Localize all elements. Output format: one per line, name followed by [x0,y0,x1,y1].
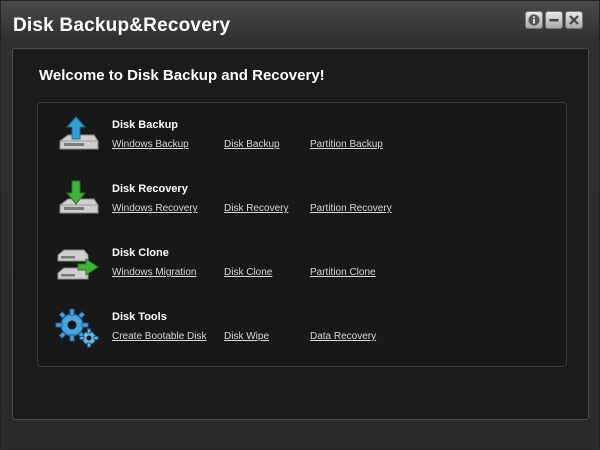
disk-recovery-icon [59,180,99,214]
disk-backup-icon [59,116,99,150]
minimize-icon [549,19,559,22]
disk-clone-icon [57,249,99,280]
info-button[interactable] [525,11,543,29]
link-disk-wipe[interactable]: Disk Wipe [224,331,269,342]
link-disk-backup[interactable]: Disk Backup [224,139,280,150]
link-disk-recovery[interactable]: Disk Recovery [224,203,288,214]
link-windows-recovery[interactable]: Windows Recovery [112,203,198,214]
section-title: Disk Backup [112,119,179,131]
link-disk-clone[interactable]: Disk Clone [224,267,272,278]
gears-icon [55,308,99,348]
app-window: Disk Backup&Recovery Welcome to Disk Bac… [0,0,600,450]
link-partition-recovery[interactable]: Partition Recovery [310,203,392,214]
link-partition-clone[interactable]: Partition Clone [310,267,376,278]
link-create-bootable-disk[interactable]: Create Bootable Disk [112,331,207,342]
section-title: Disk Tools [112,311,167,323]
section-disk-tools: Disk Tools Create Bootable Disk Disk Wip… [38,305,568,365]
info-icon [528,14,540,26]
section-title: Disk Clone [112,247,169,259]
link-partition-backup[interactable]: Partition Backup [310,139,383,150]
section-title: Disk Recovery [112,183,188,195]
close-icon [569,15,579,25]
actions-box: Disk Backup Windows Backup Disk Backup P… [37,102,567,367]
close-button[interactable] [565,11,583,29]
window-title: Disk Backup&Recovery [13,15,231,36]
window-controls [525,11,583,29]
minimize-button[interactable] [545,11,563,29]
link-windows-backup[interactable]: Windows Backup [112,139,189,150]
link-data-recovery[interactable]: Data Recovery [310,331,376,342]
section-disk-clone: Disk Clone Windows Migration Disk Clone … [38,241,568,301]
welcome-heading: Welcome to Disk Backup and Recovery! [39,67,325,84]
link-windows-migration[interactable]: Windows Migration [112,267,196,278]
section-disk-backup: Disk Backup Windows Backup Disk Backup P… [38,113,568,173]
section-disk-recovery: Disk Recovery Windows Recovery Disk Reco… [38,177,568,237]
main-panel: Welcome to Disk Backup and Recovery! Dis… [12,48,589,420]
